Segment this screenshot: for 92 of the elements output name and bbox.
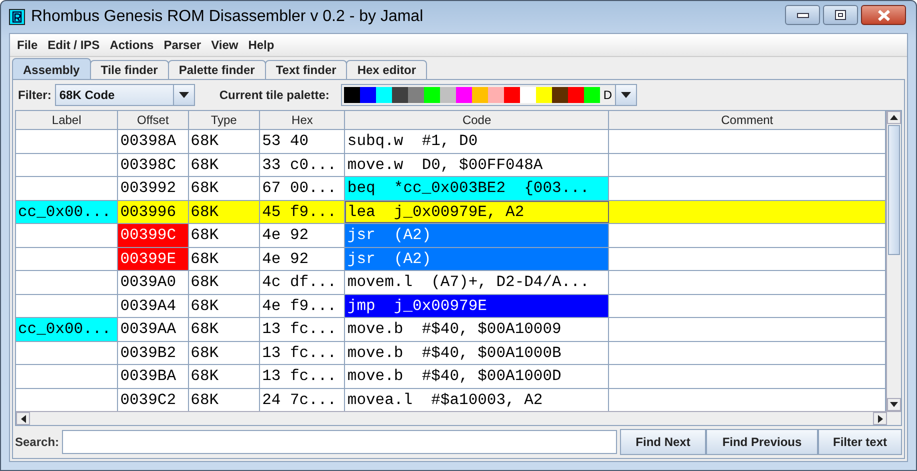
table-cell: lea j_0x00979E, A2 <box>345 200 610 223</box>
table-row[interactable]: 003992 68K 67 00... beq *cc_0x003BE2 {003... <box>16 177 886 200</box>
column-header[interactable]: Label <box>16 111 118 129</box>
table-cell: 00399C <box>118 224 189 246</box>
column-header[interactable]: Offset <box>118 111 189 129</box>
palette-label: Current tile palette: <box>219 88 330 102</box>
table-cell: 00398C <box>118 154 189 176</box>
table-cell: 003996 <box>118 200 189 223</box>
caret-icon <box>621 92 632 98</box>
table-cell: 68K <box>188 365 260 388</box>
table-cell: jsr (A2) <box>345 248 610 270</box>
filter-label: Filter: <box>18 88 52 102</box>
tab[interactable]: Assembly <box>12 58 91 79</box>
table-row[interactable]: cc_0x00... 0039AA 68K 13 fc... move.b #$40, $00A10009 <box>16 318 886 342</box>
table-row[interactable]: 00399E 68K 4e 92 jsr (A2) <box>16 248 886 271</box>
table-row[interactable]: 00398A 68K 53 40 subq.w #1, D0 <box>16 130 886 154</box>
table-cell: movem.l (A7)+, D2-D4/A... <box>345 271 610 294</box>
table-cell: 68K <box>188 177 260 200</box>
table-cell: move.w D0, $00FF048A <box>345 154 610 176</box>
column-header[interactable]: Code <box>345 111 610 129</box>
app-icon <box>9 9 25 25</box>
palette-dropdown[interactable]: D <box>341 84 638 106</box>
right-arrow-icon <box>878 414 882 422</box>
maximize-button[interactable] <box>823 5 858 25</box>
table-cell: 0039B2 <box>118 342 189 364</box>
action-button[interactable]: Filter text <box>818 429 902 455</box>
scroll-thumb[interactable] <box>888 125 900 255</box>
table-cell: cc_0x00... <box>16 318 118 340</box>
table-cell: move.b #$40, $00A1000B <box>345 342 610 364</box>
caret-icon <box>179 92 190 98</box>
table-cell: cc_0x00... <box>16 200 118 223</box>
table-cell: 4c df... <box>260 271 346 294</box>
menu-item[interactable]: Help <box>243 38 280 52</box>
table-cell: 45 f9... <box>260 200 346 223</box>
search-field[interactable] <box>62 430 617 454</box>
palette-suffix: D <box>602 88 614 102</box>
table-cell: 68K <box>188 154 260 176</box>
minimize-button[interactable] <box>785 5 820 25</box>
table-cell: 13 fc... <box>260 365 346 388</box>
table-cell: 13 fc... <box>260 342 346 364</box>
left-arrow-icon <box>20 414 26 422</box>
maximize-icon <box>835 10 846 20</box>
table-cell: 68K <box>188 200 260 223</box>
table-cell: 68K <box>188 342 260 364</box>
menu-item[interactable]: Actions <box>104 38 159 52</box>
column-header[interactable]: Type <box>188 111 260 129</box>
table-cell: 0039A0 <box>118 271 189 294</box>
action-button[interactable]: Find Next <box>620 429 706 455</box>
search-label: Search: <box>15 435 60 449</box>
vertical-scrollbar[interactable] <box>886 111 901 411</box>
table-cell: jsr (A2) <box>345 224 610 246</box>
table-cell: 53 40 <box>260 130 346 152</box>
table-cell: 68K <box>188 318 260 340</box>
up-arrow-icon <box>890 115 898 120</box>
table-row[interactable]: 0039A4 68K 4e f9... jmp j_0x00979E <box>16 294 886 318</box>
table-cell: move.b #$40, $00A1000D <box>345 365 610 388</box>
action-button[interactable]: Find Previous <box>706 429 818 455</box>
table-cell: 68K <box>188 130 260 152</box>
table-cell: move.b #$40, $00A10009 <box>345 318 610 340</box>
menu-item[interactable]: File <box>12 38 43 52</box>
table-cell: 33 c0... <box>260 154 346 176</box>
dropdown-button[interactable] <box>615 85 636 105</box>
filter-dropdown[interactable]: 68K Code <box>55 84 196 106</box>
down-arrow-icon <box>890 402 898 407</box>
menu-item[interactable]: Parser <box>158 38 206 52</box>
column-header[interactable]: Hex <box>260 111 346 129</box>
dropdown-button[interactable] <box>173 85 194 105</box>
table-cell: 68K <box>188 248 260 270</box>
window-title: Rhombus Genesis ROM Disassembler v 0.2 - by Jamal <box>31 8 424 26</box>
minimize-icon <box>796 12 808 18</box>
table-row[interactable]: 00399C 68K 4e 92 jsr (A2) <box>16 224 886 248</box>
table-cell: 68K <box>188 271 260 294</box>
table-cell: beq *cc_0x003BE2 {003... <box>345 177 610 200</box>
table-row[interactable]: 0039BA 68K 13 fc... move.b #$40, $00A1000D <box>16 365 886 388</box>
table-cell: 00399E <box>118 248 189 270</box>
table-cell: 68K <box>188 224 260 246</box>
table-cell: 0039AA <box>118 318 189 340</box>
table-cell: 0039A4 <box>118 294 189 317</box>
menu-item[interactable]: Edit / IPS <box>42 38 105 52</box>
menu-item[interactable]: View <box>206 38 244 52</box>
table-row[interactable]: cc_0x00... 003996 68K 45 f9... lea j_0x00979E, A2 <box>16 200 886 224</box>
table-cell: 003992 <box>118 177 189 200</box>
table-cell: subq.w #1, D0 <box>345 130 610 152</box>
table-cell: 0039BA <box>118 365 189 388</box>
tab[interactable]: Hex editor <box>346 60 427 79</box>
table-row[interactable]: 0039B2 68K 13 fc... move.b #$40, $00A1000B <box>16 342 886 365</box>
table-cell: 00398A <box>118 130 189 152</box>
table-cell: 13 fc... <box>260 318 346 340</box>
table-cell: 68K <box>188 294 260 317</box>
table-cell: jmp j_0x00979E <box>345 294 610 317</box>
close-icon <box>876 10 890 20</box>
close-button[interactable] <box>861 5 906 25</box>
